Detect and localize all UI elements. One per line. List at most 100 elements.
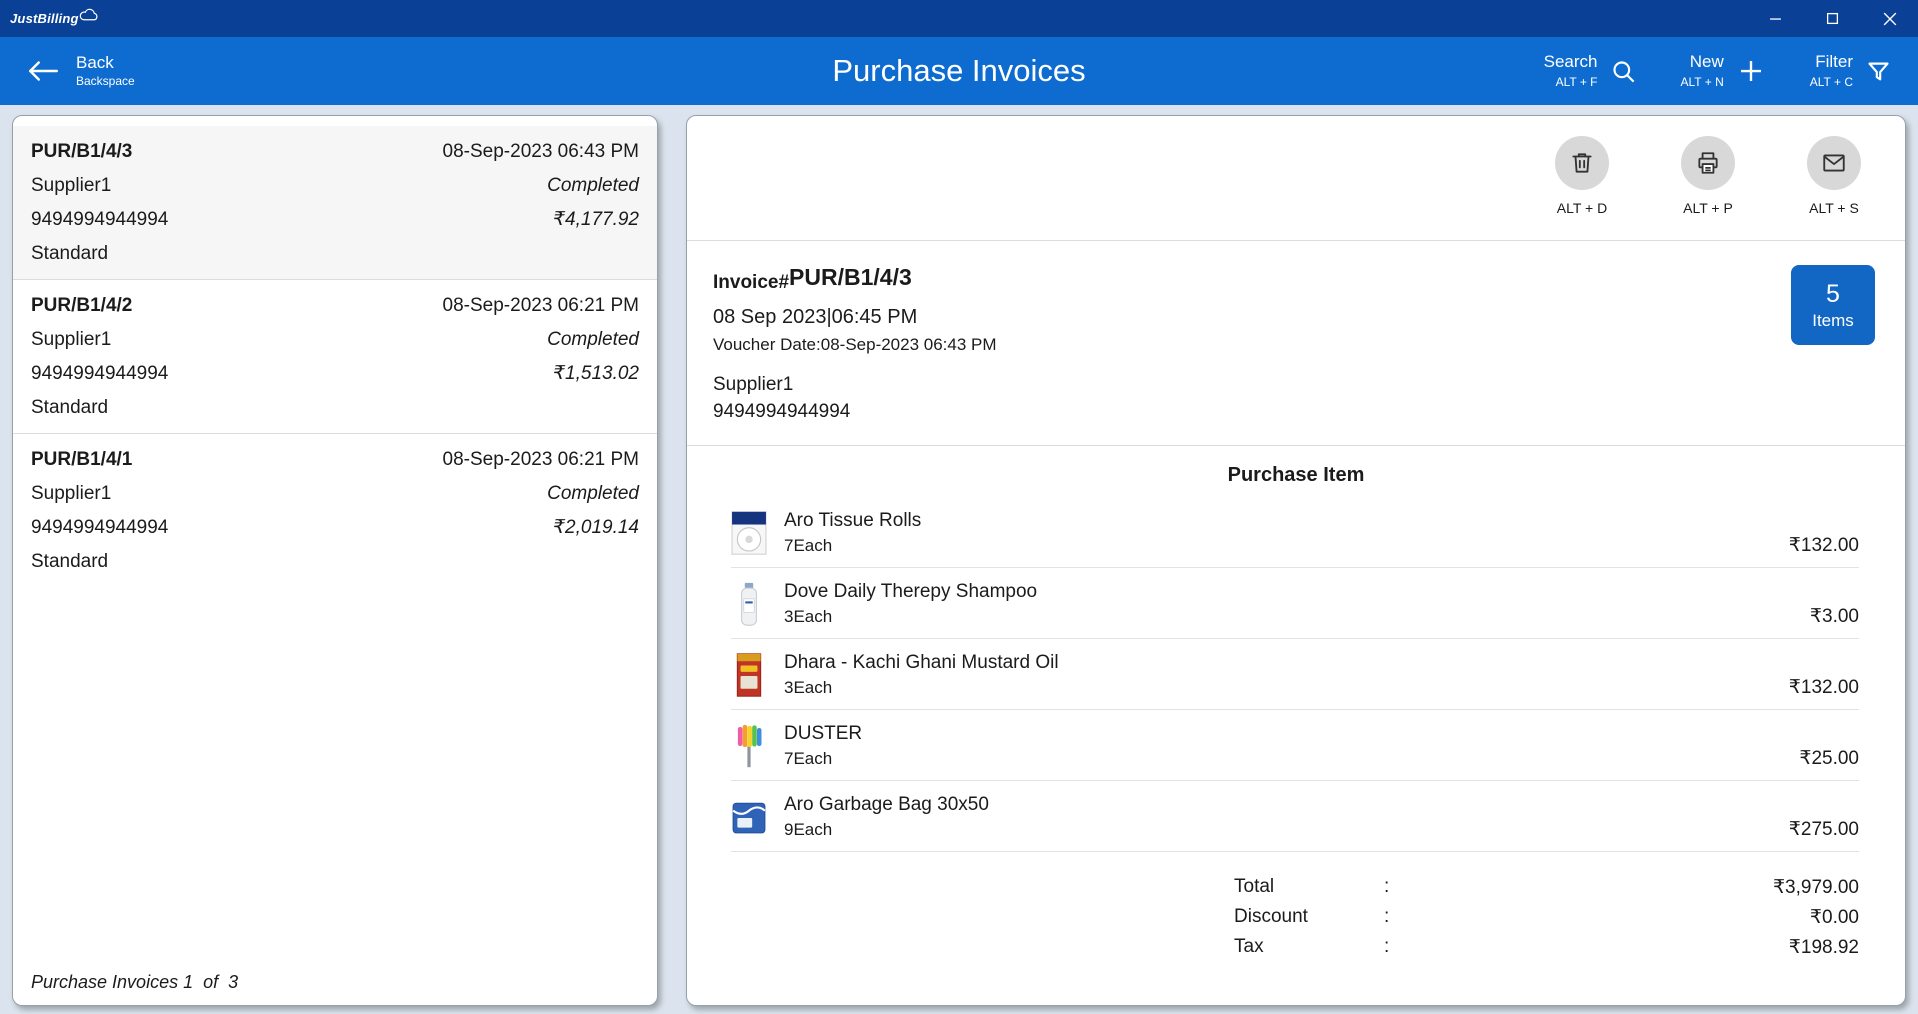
send-button[interactable] xyxy=(1807,136,1861,190)
invoice-account: 9494994944994 xyxy=(31,203,168,237)
search-shortcut: ALT + F xyxy=(1556,74,1598,90)
invoice-datetime: 08 Sep 2023|06:45 PM xyxy=(713,306,1879,329)
tax-label: Tax xyxy=(1234,936,1384,959)
mail-icon xyxy=(1821,150,1847,176)
new-label: New xyxy=(1690,51,1724,74)
detail-toolbar: ALT + D ALT + P ALT + S xyxy=(687,116,1905,241)
voucher-date: Voucher Date:08-Sep-2023 06:43 PM xyxy=(713,335,1879,355)
invoice-account: 9494994944994 xyxy=(31,357,168,391)
product-quantity: 9Each xyxy=(784,820,832,840)
send-shortcut: ALT + S xyxy=(1809,200,1859,216)
search-icon xyxy=(1610,58,1637,85)
maximize-button[interactable] xyxy=(1804,0,1861,37)
main-content: PUR/B1/4/3 08-Sep-2023 06:43 PM Supplier… xyxy=(0,105,1918,1014)
invoice-type: Standard xyxy=(31,545,108,579)
invoice-status: Completed xyxy=(547,169,639,203)
search-button[interactable]: Search ALT + F xyxy=(1544,51,1637,90)
delete-action: ALT + D xyxy=(1555,136,1609,216)
send-action: ALT + S xyxy=(1807,136,1861,216)
product-amount: ₹132.00 xyxy=(1789,676,1859,699)
items-count-badge: 5 Items xyxy=(1791,265,1875,345)
print-button[interactable] xyxy=(1681,136,1735,190)
purchase-item-row: Aro Tissue Rolls 7Each ₹132.00 xyxy=(731,497,1859,568)
filter-icon xyxy=(1865,58,1892,85)
invoice-detail-panel: ALT + D ALT + P ALT + S Invoice#PUR/B1/4… xyxy=(686,115,1906,1006)
supplier-account: 9494994944994 xyxy=(713,398,1879,425)
discount-value: ₹0.00 xyxy=(1499,906,1859,929)
delete-button[interactable] xyxy=(1555,136,1609,190)
filter-button[interactable]: Filter ALT + C xyxy=(1810,51,1892,90)
invoice-list-item[interactable]: PUR/B1/4/1 08-Sep-2023 06:21 PM Supplier… xyxy=(13,434,657,587)
invoice-amount: ₹4,177.92 xyxy=(553,203,639,237)
close-button[interactable] xyxy=(1861,0,1918,37)
cloud-icon xyxy=(78,8,102,23)
invoice-account: 9494994944994 xyxy=(31,511,168,545)
app-logo-text: JustBilling xyxy=(10,11,79,26)
filter-button-text: Filter ALT + C xyxy=(1810,51,1853,90)
items-count-label: Items xyxy=(1812,311,1854,331)
total-value: ₹3,979.00 xyxy=(1499,876,1859,899)
list-pagination: Purchase Invoices 1 of 3 xyxy=(31,972,238,993)
product-name: DUSTER xyxy=(784,721,1859,747)
product-amount: ₹275.00 xyxy=(1789,818,1859,841)
product-amount: ₹3.00 xyxy=(1810,605,1859,628)
purchase-item-row: Dhara - Kachi Ghani Mustard Oil 3Each ₹1… xyxy=(731,639,1859,710)
product-thumbnail-mustard-oil-pack xyxy=(731,648,771,701)
print-shortcut: ALT + P xyxy=(1683,200,1733,216)
product-amount: ₹132.00 xyxy=(1789,534,1859,557)
invoice-status: Completed xyxy=(547,477,639,511)
purchase-item-row: Aro Garbage Bag 30x50 9Each ₹275.00 xyxy=(731,781,1859,852)
purchase-item-row: Dove Daily Therepy Shampoo 3Each ₹3.00 xyxy=(731,568,1859,639)
new-button-text: New ALT + N xyxy=(1681,51,1724,90)
search-button-text: Search ALT + F xyxy=(1544,51,1598,90)
invoice-number-value: PUR/B1/4/3 xyxy=(789,264,912,290)
invoice-number: PUR/B1/4/2 xyxy=(31,289,132,323)
invoice-title: Invoice#PUR/B1/4/3 xyxy=(713,267,1879,294)
page-header: Back Backspace Purchase Invoices Search … xyxy=(0,37,1918,105)
window-titlebar: JustBilling xyxy=(0,0,1918,37)
invoice-amount: ₹1,513.02 xyxy=(553,357,639,391)
invoice-type: Standard xyxy=(31,237,108,271)
voucher-date-value: 08-Sep-2023 06:43 PM xyxy=(821,335,997,354)
purchase-item-heading: Purchase Item xyxy=(687,464,1905,487)
product-name: Dhara - Kachi Ghani Mustard Oil xyxy=(784,650,1859,676)
invoice-list: PUR/B1/4/3 08-Sep-2023 06:43 PM Supplier… xyxy=(13,116,657,587)
product-thumbnail-garbage-bag-pack xyxy=(731,790,771,843)
filter-shortcut: ALT + C xyxy=(1810,74,1853,90)
purchase-item-row: DUSTER 7Each ₹25.00 xyxy=(731,710,1859,781)
back-label: Back xyxy=(76,52,135,74)
plus-icon xyxy=(1736,56,1766,86)
voucher-date-label: Voucher Date: xyxy=(713,335,821,354)
back-button[interactable]: Back Backspace xyxy=(26,52,135,90)
invoice-detail-header: Invoice#PUR/B1/4/3 08 Sep 2023|06:45 PM … xyxy=(687,241,1905,446)
close-icon xyxy=(1883,12,1897,26)
invoice-type: Standard xyxy=(31,391,108,425)
product-quantity: 3Each xyxy=(784,607,832,627)
invoice-amount: ₹2,019.14 xyxy=(553,511,639,545)
delete-shortcut: ALT + D xyxy=(1557,200,1607,216)
invoice-number: PUR/B1/4/1 xyxy=(31,443,132,477)
app-logo: JustBilling xyxy=(0,11,102,26)
back-arrow-icon xyxy=(26,58,60,84)
print-action: ALT + P xyxy=(1681,136,1735,216)
purchase-items-list: Aro Tissue Rolls 7Each ₹132.00 Dove Dail… xyxy=(687,497,1905,852)
printer-icon xyxy=(1695,150,1721,176)
back-button-text: Back Backspace xyxy=(76,52,135,90)
trash-icon xyxy=(1569,150,1595,176)
total-label: Total xyxy=(1234,876,1384,899)
maximize-icon xyxy=(1826,12,1839,25)
header-actions: Search ALT + F New ALT + N Filter ALT + … xyxy=(1544,51,1892,90)
window-controls xyxy=(1747,0,1918,37)
product-quantity: 7Each xyxy=(784,536,832,556)
invoice-list-item[interactable]: PUR/B1/4/3 08-Sep-2023 06:43 PM Supplier… xyxy=(13,126,657,280)
product-name: Dove Daily Therepy Shampoo xyxy=(784,579,1859,605)
new-button[interactable]: New ALT + N xyxy=(1681,51,1766,90)
product-thumbnail-duster xyxy=(731,719,771,772)
total-separator: : xyxy=(1384,876,1499,899)
product-thumbnail-shampoo-bottle xyxy=(731,577,771,630)
product-name: Aro Tissue Rolls xyxy=(784,508,1859,534)
minimize-button[interactable] xyxy=(1747,0,1804,37)
product-quantity: 7Each xyxy=(784,749,832,769)
invoice-list-item[interactable]: PUR/B1/4/2 08-Sep-2023 06:21 PM Supplier… xyxy=(13,280,657,434)
product-thumbnail-tissue-rolls xyxy=(731,506,771,559)
